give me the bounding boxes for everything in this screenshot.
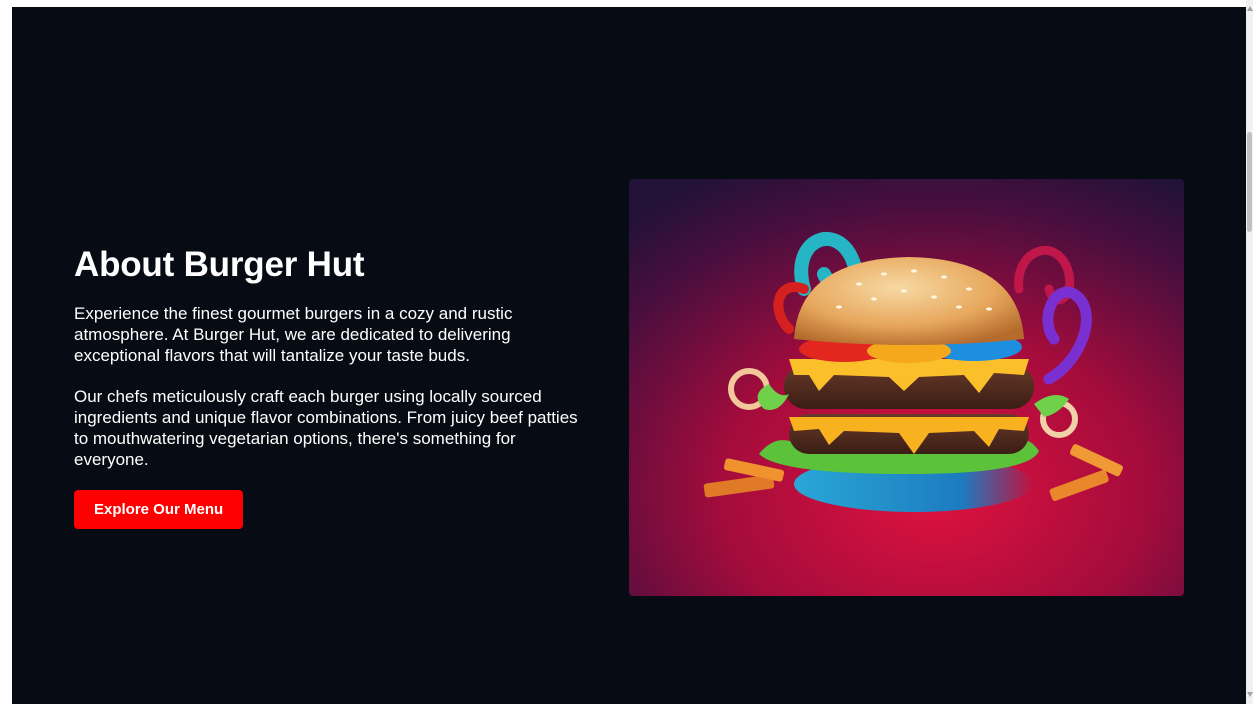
- about-paragraph-chefs: Our chefs meticulously craft each burger…: [74, 387, 578, 469]
- page-left-edge: [0, 0, 12, 704]
- about-text-block: About Burger Hut Experience the finest g…: [74, 245, 594, 529]
- burger-image: [629, 179, 1184, 596]
- scroll-down-icon[interactable]: [1247, 692, 1253, 697]
- page-top-edge: [0, 0, 1253, 7]
- scroll-up-icon[interactable]: [1247, 6, 1253, 11]
- scroll-thumb[interactable]: [1247, 132, 1252, 232]
- vertical-scrollbar[interactable]: [1246, 0, 1253, 704]
- explore-menu-button[interactable]: Explore Our Menu: [74, 490, 244, 529]
- about-title: About Burger Hut: [74, 245, 365, 284]
- about-section: About Burger Hut Experience the finest g…: [12, 7, 1246, 704]
- about-paragraph-intro: Experience the finest gourmet burgers in…: [74, 304, 513, 365]
